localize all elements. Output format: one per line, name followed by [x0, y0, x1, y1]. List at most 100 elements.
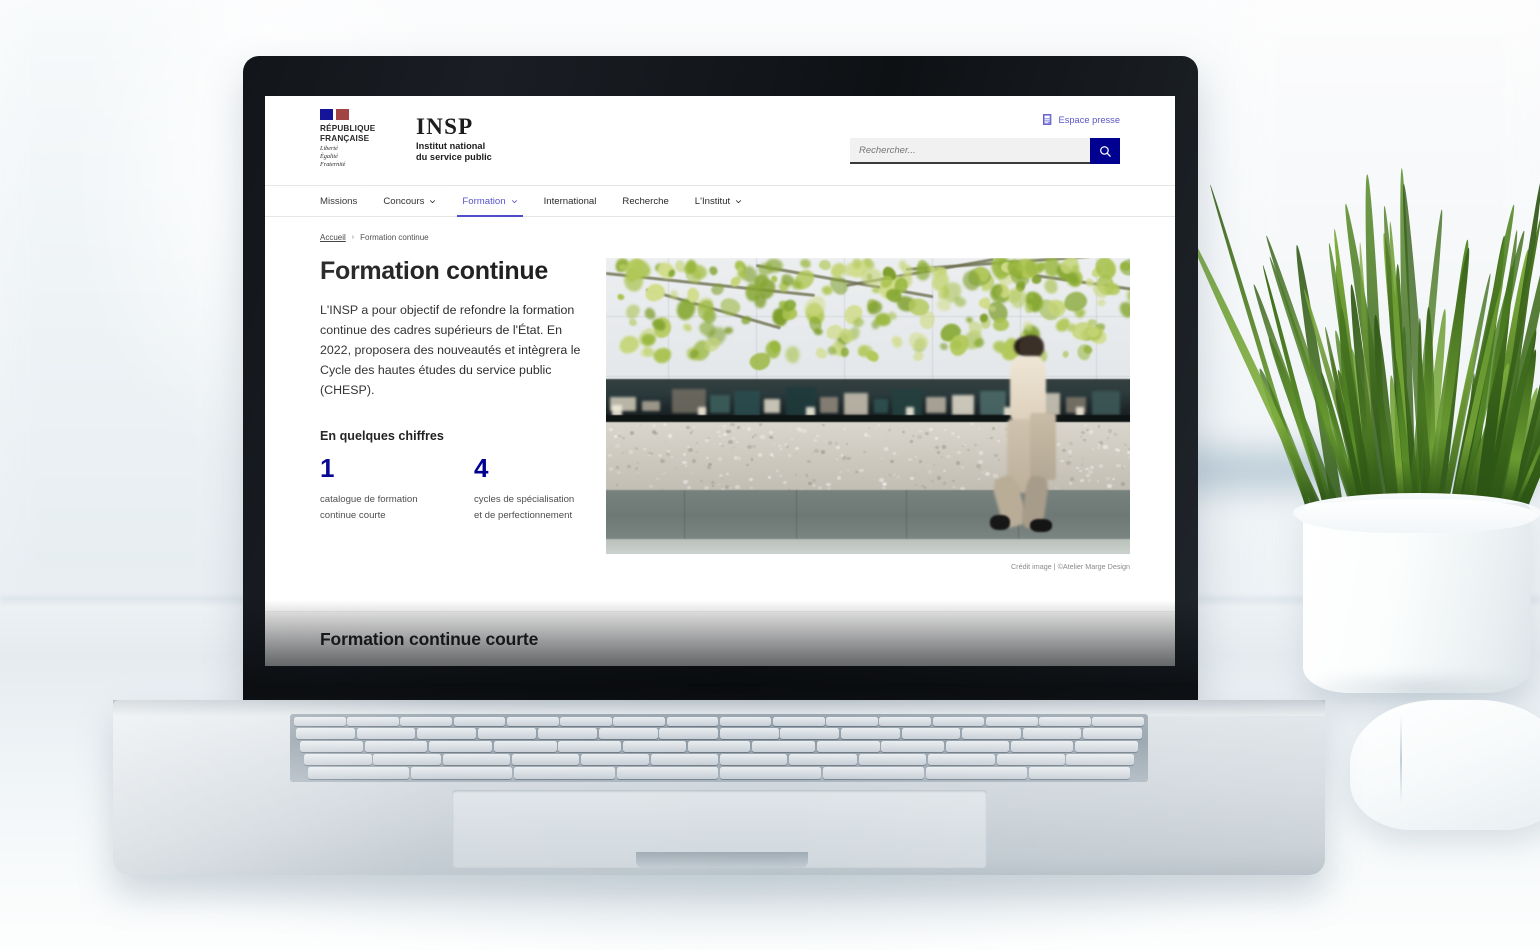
- keyboard[interactable]: [290, 714, 1148, 782]
- photo-gravel-stone: [1097, 480, 1099, 482]
- chevron-down-icon: [511, 198, 518, 205]
- nav-item-l-institut[interactable]: L'Institut: [682, 186, 755, 216]
- photo-gravel-stone: [616, 484, 618, 486]
- keyboard-key[interactable]: [365, 741, 428, 752]
- keyboard-key[interactable]: [1011, 741, 1074, 752]
- keyboard-key[interactable]: [780, 728, 839, 739]
- photo-gravel-stone: [667, 423, 669, 424]
- photo-gravel-stone: [952, 480, 955, 482]
- search-bar[interactable]: [850, 138, 1120, 164]
- keyboard-key[interactable]: [651, 754, 719, 765]
- keyboard-key[interactable]: [1066, 754, 1134, 765]
- photo-gravel-stone: [732, 437, 735, 440]
- keyboard-key[interactable]: [826, 717, 878, 726]
- keyboard-key[interactable]: [720, 767, 821, 779]
- keyboard-key[interactable]: [373, 754, 441, 765]
- keyboard-key[interactable]: [1083, 728, 1142, 739]
- photo-gravel-stone: [1076, 467, 1079, 470]
- keyboard-key[interactable]: [946, 741, 1009, 752]
- keyboard-key[interactable]: [667, 717, 719, 726]
- photo-gravel-stone: [729, 487, 731, 489]
- keyboard-key[interactable]: [933, 717, 985, 726]
- keyboard-key[interactable]: [429, 741, 492, 752]
- photo-gravel-stone: [730, 423, 734, 426]
- nav-item-recherche[interactable]: Recherche: [609, 186, 681, 216]
- keyboard-key[interactable]: [720, 728, 779, 739]
- photo-gravel-stone: [633, 478, 635, 479]
- keyboard-key[interactable]: [304, 754, 372, 765]
- keyboard-key[interactable]: [613, 717, 665, 726]
- keyboard-key[interactable]: [296, 728, 355, 739]
- espace-presse-link[interactable]: Espace presse: [850, 114, 1120, 125]
- nav-item-concours[interactable]: Concours: [370, 186, 449, 216]
- insp-logo[interactable]: INSP Institut national du service public: [416, 115, 492, 164]
- keyboard-key[interactable]: [308, 767, 409, 779]
- keyboard-key[interactable]: [443, 754, 511, 765]
- keyboard-key[interactable]: [1092, 717, 1144, 726]
- keyboard-key[interactable]: [617, 767, 718, 779]
- keyboard-key[interactable]: [599, 728, 658, 739]
- keyboard-key[interactable]: [538, 728, 597, 739]
- keyboard-key[interactable]: [512, 754, 580, 765]
- keyboard-key[interactable]: [962, 728, 1021, 739]
- keyboard-key[interactable]: [879, 717, 931, 726]
- keyboard-key[interactable]: [902, 728, 961, 739]
- keyboard-key[interactable]: [417, 728, 476, 739]
- keyboard-key[interactable]: [357, 728, 416, 739]
- keyboard-key[interactable]: [560, 717, 612, 726]
- keyboard-key[interactable]: [400, 717, 452, 726]
- keyboard-key[interactable]: [300, 741, 363, 752]
- insp-subtitle: Institut national du service public: [416, 141, 492, 164]
- keyboard-key[interactable]: [581, 754, 649, 765]
- keyboard-key[interactable]: [514, 767, 615, 779]
- keyboard-key[interactable]: [507, 717, 559, 726]
- keyboard-key[interactable]: [411, 767, 512, 779]
- photo-gravel-stone: [706, 457, 709, 460]
- keyboard-key[interactable]: [928, 754, 996, 765]
- keyboard-key[interactable]: [688, 741, 751, 752]
- keyboard-key[interactable]: [926, 767, 1027, 779]
- keyboard-key[interactable]: [294, 717, 346, 726]
- search-submit-button[interactable]: [1090, 138, 1120, 164]
- photo-leaf: [785, 346, 799, 363]
- keyboard-key[interactable]: [997, 754, 1065, 765]
- nav-item-formation[interactable]: Formation: [449, 186, 530, 216]
- keyboard-key[interactable]: [1075, 741, 1138, 752]
- nav-item-missions[interactable]: Missions: [320, 186, 370, 216]
- keyboard-key[interactable]: [494, 741, 557, 752]
- keyboard-key[interactable]: [720, 717, 772, 726]
- keyboard-key[interactable]: [859, 754, 927, 765]
- keyboard-key[interactable]: [659, 728, 718, 739]
- keyboard-key[interactable]: [1029, 767, 1130, 779]
- keyboard-key[interactable]: [720, 754, 788, 765]
- keyboard-key[interactable]: [1023, 728, 1082, 739]
- keyboard-key[interactable]: [841, 728, 900, 739]
- rf-line-1: RÉPUBLIQUE: [320, 124, 394, 134]
- site-header: RÉPUBLIQUE FRANÇAISE Liberté Égalité Fra…: [265, 96, 1175, 185]
- photo-gravel-stone: [943, 470, 946, 472]
- keyboard-key[interactable]: [817, 741, 880, 752]
- figures-heading: En quelques chiffres: [320, 429, 582, 443]
- keyboard-key[interactable]: [773, 717, 825, 726]
- search-input[interactable]: [850, 138, 1090, 164]
- keyboard-key[interactable]: [558, 741, 621, 752]
- breadcrumb-home-link[interactable]: Accueil: [320, 233, 346, 242]
- keyboard-key[interactable]: [823, 767, 924, 779]
- main-navigation[interactable]: Missions Concours Formation International Re…: [265, 185, 1175, 217]
- brand-block[interactable]: RÉPUBLIQUE FRANÇAISE Liberté Égalité Fra…: [320, 109, 492, 170]
- keyboard-key[interactable]: [881, 741, 944, 752]
- keyboard-key[interactable]: [454, 717, 506, 726]
- keyboard-key[interactable]: [478, 728, 537, 739]
- keyboard-key[interactable]: [623, 741, 686, 752]
- keyboard-key[interactable]: [986, 717, 1038, 726]
- photo-gravel-stone: [974, 444, 977, 446]
- keyboard-key[interactable]: [1039, 717, 1091, 726]
- keyboard-key[interactable]: [752, 741, 815, 752]
- photo-gravel-stone: [717, 431, 720, 434]
- keyboard-key[interactable]: [789, 754, 857, 765]
- photo-gravel-stone: [695, 451, 698, 454]
- keyboard-key[interactable]: [347, 717, 399, 726]
- photo-gravel-stone: [750, 487, 752, 489]
- nav-item-international[interactable]: International: [531, 186, 610, 216]
- breadcrumb[interactable]: Accueil › Formation continue: [320, 233, 1120, 242]
